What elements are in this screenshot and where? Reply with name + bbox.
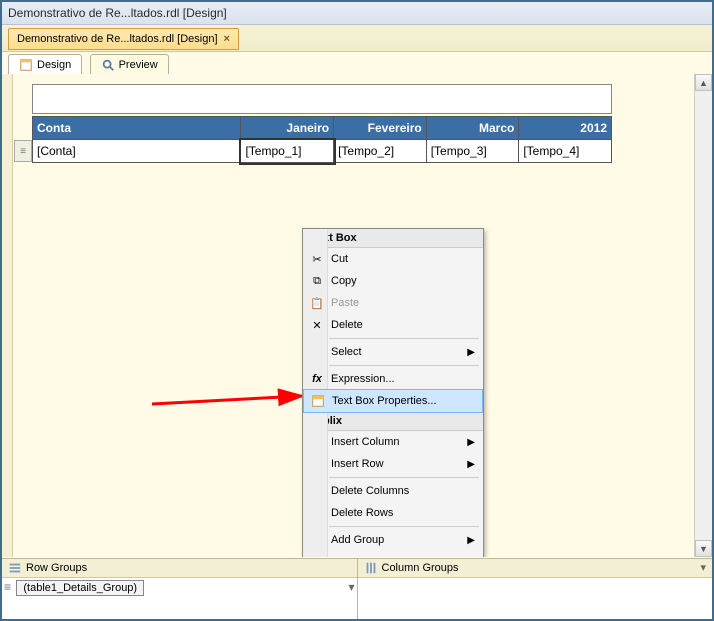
column-groups-label: Column Groups [382, 559, 459, 577]
chevron-right-icon: ▶ [467, 459, 475, 470]
column-groups-body[interactable] [358, 578, 713, 619]
cell[interactable]: [Conta] [33, 140, 241, 163]
context-menu-header-textbox: Text Box [303, 229, 483, 248]
menu-delete[interactable]: ✕ Delete [303, 314, 483, 336]
menu-expression[interactable]: fx Expression... [303, 368, 483, 390]
separator [329, 338, 479, 339]
menu-add-group[interactable]: Add Group ▶ [303, 529, 483, 551]
menu-textbox-properties[interactable]: Text Box Properties... [303, 389, 483, 413]
col-header[interactable]: Conta [33, 117, 241, 140]
scroll-track[interactable] [695, 91, 712, 540]
report-title-band[interactable] [32, 84, 612, 114]
row-handle-icon[interactable]: ≡ [14, 140, 32, 162]
scroll-down-icon[interactable]: ▼ [695, 540, 712, 557]
document-tab-label: Demonstrativo de Re...ltados.rdl [Design… [17, 33, 218, 45]
column-groups-icon [364, 561, 378, 575]
vertical-scrollbar[interactable]: ▲ ▼ [694, 74, 712, 557]
copy-icon: ⧉ [309, 273, 325, 289]
row-groups-icon [8, 561, 22, 575]
vertical-ruler [2, 74, 13, 557]
menu-delete-columns[interactable]: Delete Columns [303, 480, 483, 502]
row-groups-pane: Row Groups ≡ (table1_Details_Group) ▾ [2, 559, 358, 619]
dropdown-icon[interactable]: ▾ [700, 559, 706, 577]
document-tab[interactable]: Demonstrativo de Re...ltados.rdl [Design… [8, 28, 239, 50]
separator [329, 477, 479, 478]
column-groups-pane: Column Groups ▾ [358, 559, 713, 619]
app-window: Demonstrativo de Re...ltados.rdl [Design… [0, 0, 714, 621]
document-name: Demonstrativo de Re...ltados.rdl [Design… [8, 6, 227, 20]
tablix[interactable]: Conta Janeiro Fevereiro Marco 2012 [Cont… [32, 116, 612, 163]
menu-delete-rows[interactable]: Delete Rows [303, 502, 483, 524]
col-header[interactable]: 2012 [519, 117, 612, 140]
tab-preview[interactable]: Preview [90, 54, 169, 76]
cell-selected[interactable]: [Tempo_1] [241, 140, 334, 163]
menu-select[interactable]: Select ▶ [303, 341, 483, 363]
cell[interactable]: [Tempo_4] [519, 140, 612, 163]
tab-design[interactable]: Design [8, 54, 82, 76]
tab-design-label: Design [37, 59, 71, 71]
chevron-right-icon: ▶ [467, 535, 475, 546]
design-surface[interactable]: Conta Janeiro Fevereiro Marco 2012 [Cont… [2, 74, 712, 557]
chevron-right-icon: ▶ [467, 347, 475, 358]
row-group-item[interactable]: (table1_Details_Group) [16, 580, 144, 596]
tab-preview-label: Preview [119, 59, 158, 71]
dropdown-icon[interactable]: ▾ [348, 580, 354, 594]
column-groups-header: Column Groups ▾ [358, 559, 713, 578]
design-icon [19, 58, 33, 72]
scroll-up-icon[interactable]: ▲ [695, 74, 712, 91]
chevron-right-icon: ▶ [467, 557, 475, 558]
cell[interactable]: [Tempo_2] [334, 140, 427, 163]
cell[interactable]: [Tempo_3] [426, 140, 519, 163]
context-menu-header-tablix: Tablix [303, 412, 483, 431]
separator [329, 365, 479, 366]
properties-icon [310, 393, 326, 409]
report-body: Conta Janeiro Fevereiro Marco 2012 [Cont… [32, 84, 612, 163]
menu-paste: 📋 Paste [303, 292, 483, 314]
context-menu: Text Box ✂ Cut ⧉ Copy 📋 Paste ✕ Delete [302, 228, 484, 557]
row-groups-label: Row Groups [26, 559, 87, 577]
row-groups-body[interactable]: ≡ (table1_Details_Group) ▾ [2, 578, 357, 619]
titlebar: Demonstrativo de Re...ltados.rdl [Design… [2, 2, 712, 25]
chevron-right-icon: ▶ [467, 437, 475, 448]
col-header[interactable]: Marco [426, 117, 519, 140]
menu-row-group[interactable]: Row Group ▶ [303, 551, 483, 557]
menu-insert-column[interactable]: Insert Column ▶ [303, 431, 483, 453]
cut-icon: ✂ [309, 251, 325, 267]
preview-icon [101, 58, 115, 72]
close-icon[interactable]: × [224, 33, 230, 45]
menu-cut[interactable]: ✂ Cut [303, 248, 483, 270]
paste-icon: 📋 [309, 295, 325, 311]
row-groups-header: Row Groups [2, 559, 357, 578]
grouping-pane: Row Groups ≡ (table1_Details_Group) ▾ Co… [2, 558, 712, 619]
menu-copy[interactable]: ⧉ Copy [303, 270, 483, 292]
col-header[interactable]: Janeiro [241, 117, 334, 140]
tablix-detail-row: [Conta] [Tempo_1] [Tempo_2] [Tempo_3] [T… [33, 140, 612, 163]
document-tabstrip: Demonstrativo de Re...ltados.rdl [Design… [2, 25, 712, 52]
fx-icon: fx [309, 371, 325, 387]
col-header[interactable]: Fevereiro [334, 117, 427, 140]
annotation-arrow [152, 374, 317, 424]
delete-icon: ✕ [309, 317, 325, 333]
details-icon: ≡ [4, 580, 11, 594]
menu-insert-row[interactable]: Insert Row ▶ [303, 453, 483, 475]
separator [329, 526, 479, 527]
tablix-header-row: Conta Janeiro Fevereiro Marco 2012 [33, 117, 612, 140]
